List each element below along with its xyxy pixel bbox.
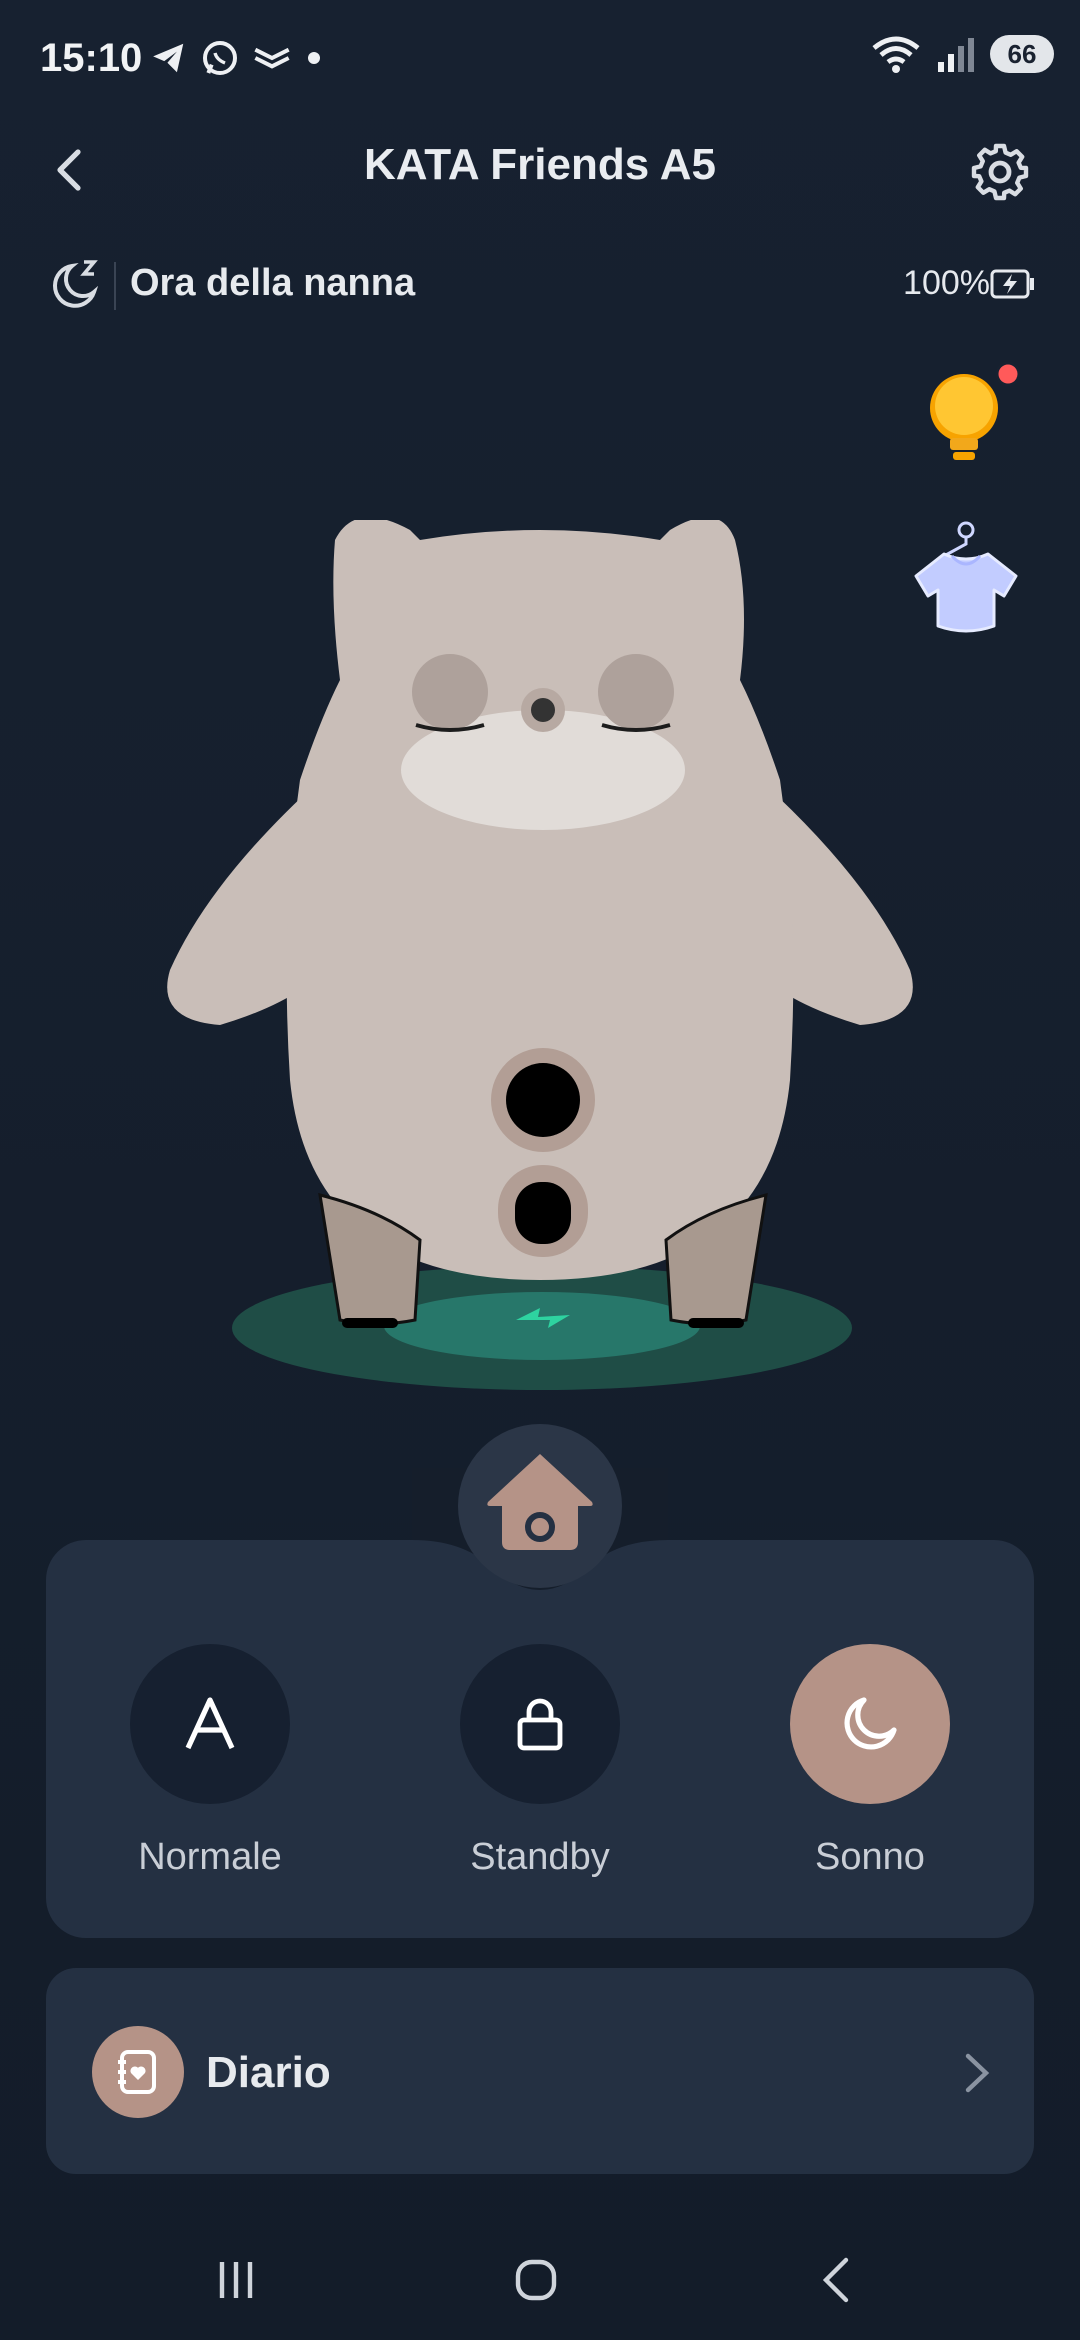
diario-row[interactable]: [46, 1968, 1034, 2174]
status-bar: 15:10 66: [0, 0, 1080, 120]
diario-chevron: [956, 2050, 996, 2101]
home-icon: [487, 1454, 593, 1550]
mode-normale-button[interactable]: [130, 1644, 290, 1804]
status-time: 15:10: [40, 36, 143, 80]
system-nav-bar: [0, 2220, 1080, 2340]
whatsapp-icon: [203, 41, 237, 75]
outfit-button[interactable]: [908, 520, 1024, 640]
chevron-right-icon: [965, 2053, 990, 2093]
signal-icon: [938, 38, 974, 72]
page-title: KATA Friends A5: [363, 140, 717, 189]
light-bulb-icon: [930, 361, 1021, 460]
notification-badge: [995, 361, 1021, 387]
lock-icon: [517, 1698, 563, 1751]
dot-icon: [308, 52, 320, 64]
back-nav-button[interactable]: [808, 2250, 868, 2310]
mode-standby-button[interactable]: [460, 1644, 620, 1804]
moon-icon: [844, 1697, 897, 1750]
gear-icon: [971, 143, 1029, 201]
settings-button[interactable]: [968, 140, 1032, 204]
shirt-hanger-icon: [914, 521, 1018, 633]
telegram-icon: [153, 43, 184, 73]
status-notification-icons: [150, 38, 324, 78]
recent-apps-button[interactable]: [206, 2250, 266, 2310]
back-nav-icon: [822, 2257, 849, 2303]
mode-standby-label: Standby: [470, 1836, 610, 1878]
robot-illustration: [160, 517, 920, 1400]
battery-percent: 100%: [903, 264, 990, 302]
diario-label: Diario: [206, 2048, 331, 2097]
status-system-icons: 66: [870, 34, 1054, 74]
mail-icon: [254, 47, 290, 69]
home-circle-icon: [515, 2259, 557, 2301]
home-button[interactable]: [458, 1424, 622, 1588]
divider: [114, 262, 116, 310]
light-button[interactable]: [922, 360, 1022, 470]
sleep-mode-indicator: [46, 254, 106, 314]
mode-normale-label: Normale: [138, 1836, 282, 1878]
recent-apps-icon: [219, 2262, 253, 2298]
mode-label: Ora della nanna: [130, 262, 416, 304]
home-nav-button[interactable]: [506, 2250, 566, 2310]
diario-icon-wrap: [92, 2026, 184, 2118]
letter-a-icon: [185, 1697, 235, 1750]
battery-charging-icon: [990, 269, 1034, 299]
battery-indicator: 66: [990, 35, 1054, 73]
wifi-icon: [872, 36, 920, 73]
mode-sonno-label: Sonno: [815, 1836, 925, 1878]
mode-sonno-button[interactable]: [790, 1644, 950, 1804]
journal-heart-icon: [118, 2050, 156, 2094]
moon-z-icon: [53, 260, 99, 308]
battery-charging-indicator: [990, 266, 1036, 302]
